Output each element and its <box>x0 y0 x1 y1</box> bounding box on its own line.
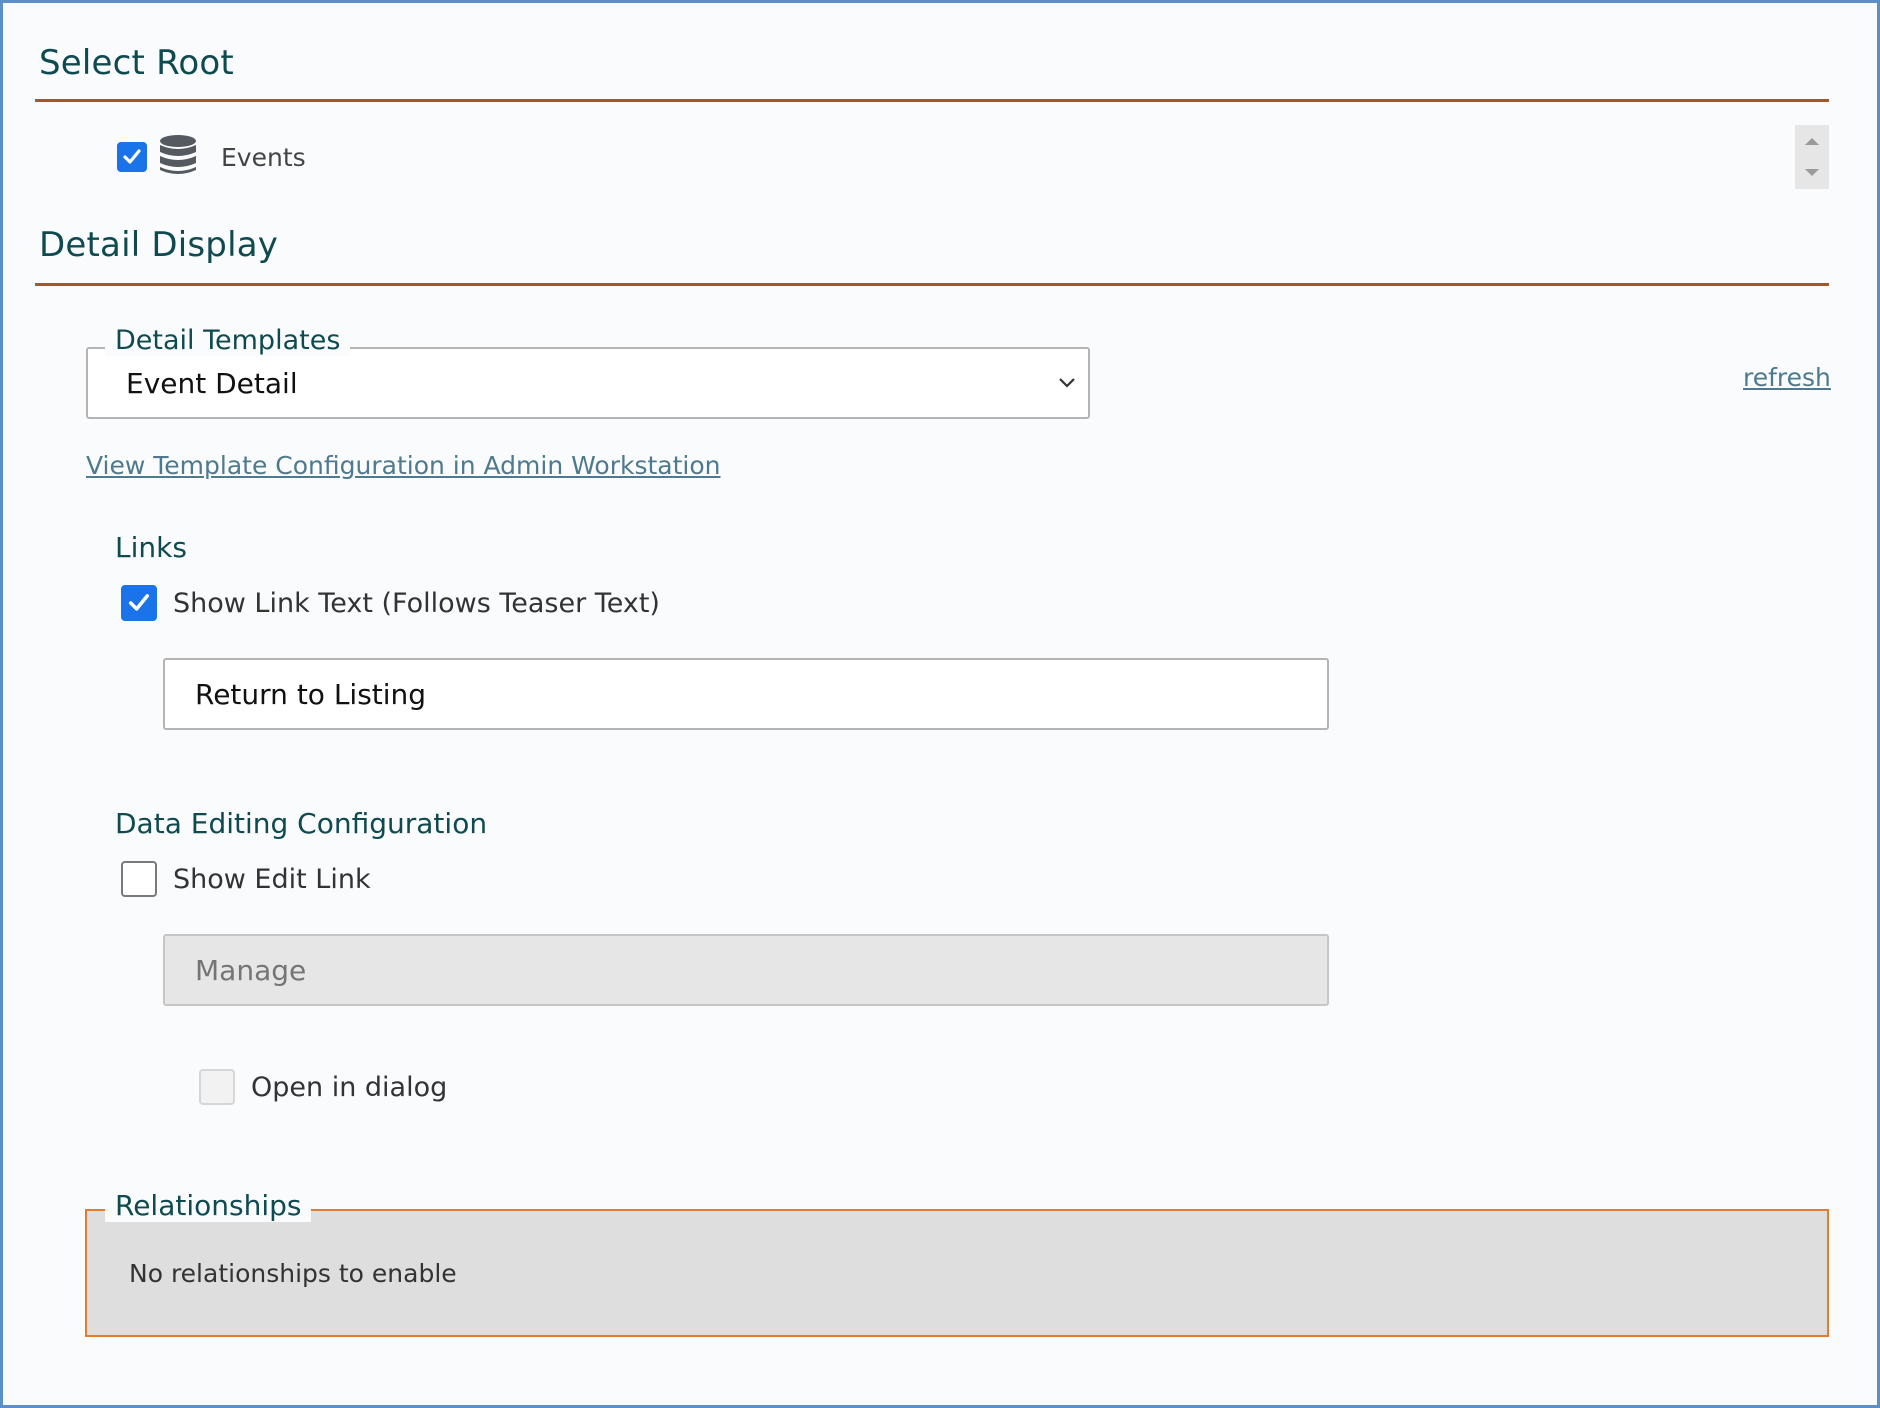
detail-templates-select[interactable]: Event Detail <box>86 347 1090 419</box>
show-link-text-label: Show Link Text (Follows Teaser Text) <box>173 587 660 619</box>
refresh-link[interactable]: refresh <box>1743 363 1831 392</box>
root-item-events: Events <box>117 135 306 179</box>
section-divider <box>35 99 1829 102</box>
link-text-input[interactable] <box>163 658 1329 730</box>
view-template-config-link[interactable]: View Template Configuration in Admin Wor… <box>86 451 721 480</box>
config-panel: Select Root Events Detail Display Event … <box>0 0 1880 1408</box>
show-edit-link-option: Show Edit Link <box>121 861 371 897</box>
detail-display-title: Detail Display <box>39 225 279 265</box>
events-checkbox[interactable] <box>117 142 147 172</box>
database-icon <box>159 134 197 180</box>
relationships-box: No relationships to enable <box>85 1209 1829 1337</box>
relationships-message: No relationships to enable <box>129 1259 457 1288</box>
events-label: Events <box>221 142 306 172</box>
links-title: Links <box>115 531 187 564</box>
scroll-down-icon[interactable] <box>1803 167 1821 179</box>
open-in-dialog-checkbox[interactable] <box>199 1069 235 1105</box>
detail-templates-legend: Detail Templates <box>105 325 351 356</box>
section-divider <box>35 283 1829 286</box>
root-list-scroller[interactable] <box>1795 125 1829 189</box>
show-edit-link-label: Show Edit Link <box>173 863 371 895</box>
scroll-up-icon[interactable] <box>1803 135 1821 147</box>
data-editing-title: Data Editing Configuration <box>115 807 488 840</box>
show-link-text-checkbox[interactable] <box>121 585 157 621</box>
show-link-text-option: Show Link Text (Follows Teaser Text) <box>121 585 660 621</box>
select-root-title: Select Root <box>39 43 234 83</box>
checkmark-icon <box>123 149 141 164</box>
chevron-down-icon <box>1059 378 1075 388</box>
open-in-dialog-option: Open in dialog <box>199 1069 447 1105</box>
selected-template: Event Detail <box>126 367 298 400</box>
show-edit-link-checkbox[interactable] <box>121 861 157 897</box>
open-in-dialog-label: Open in dialog <box>251 1071 448 1103</box>
relationships-legend: Relationships <box>105 1189 312 1222</box>
edit-link-text-input[interactable] <box>163 934 1329 1006</box>
checkmark-icon <box>128 594 150 611</box>
